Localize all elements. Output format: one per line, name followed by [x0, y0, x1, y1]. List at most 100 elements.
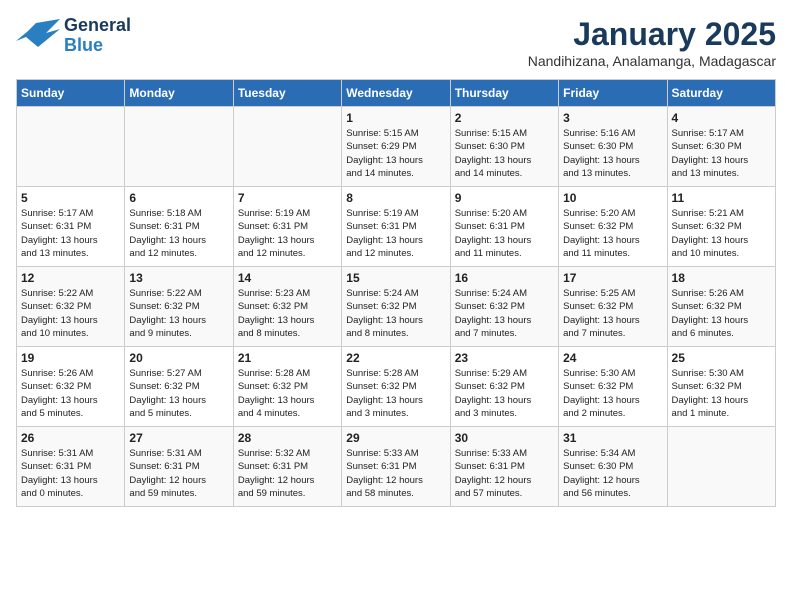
day-number: 14	[238, 271, 337, 285]
day-number: 20	[129, 351, 228, 365]
day-info: Sunrise: 5:23 AM Sunset: 6:32 PM Dayligh…	[238, 287, 337, 340]
calendar-header-row: SundayMondayTuesdayWednesdayThursdayFrid…	[17, 80, 776, 107]
calendar-week-row: 5 Sunrise: 5:17 AM Sunset: 6:31 PM Daylig…	[17, 187, 776, 267]
calendar-cell: 31 Sunrise: 5:34 AM Sunset: 6:30 PM Dayli…	[559, 427, 667, 507]
calendar-cell: 7 Sunrise: 5:19 AM Sunset: 6:31 PM Daylig…	[233, 187, 341, 267]
day-info: Sunrise: 5:30 AM Sunset: 6:32 PM Dayligh…	[563, 367, 662, 420]
day-info: Sunrise: 5:29 AM Sunset: 6:32 PM Dayligh…	[455, 367, 554, 420]
day-number: 8	[346, 191, 445, 205]
calendar-cell: 4 Sunrise: 5:17 AM Sunset: 6:30 PM Daylig…	[667, 107, 775, 187]
day-info: Sunrise: 5:20 AM Sunset: 6:32 PM Dayligh…	[563, 207, 662, 260]
calendar-cell	[17, 107, 125, 187]
day-info: Sunrise: 5:26 AM Sunset: 6:32 PM Dayligh…	[21, 367, 120, 420]
day-info: Sunrise: 5:17 AM Sunset: 6:30 PM Dayligh…	[672, 127, 771, 180]
day-number: 24	[563, 351, 662, 365]
day-info: Sunrise: 5:25 AM Sunset: 6:32 PM Dayligh…	[563, 287, 662, 340]
day-info: Sunrise: 5:20 AM Sunset: 6:31 PM Dayligh…	[455, 207, 554, 260]
day-number: 31	[563, 431, 662, 445]
calendar-cell: 12 Sunrise: 5:22 AM Sunset: 6:32 PM Dayli…	[17, 267, 125, 347]
day-number: 15	[346, 271, 445, 285]
calendar-cell: 24 Sunrise: 5:30 AM Sunset: 6:32 PM Dayli…	[559, 347, 667, 427]
calendar-week-row: 19 Sunrise: 5:26 AM Sunset: 6:32 PM Dayli…	[17, 347, 776, 427]
calendar-cell: 1Sunrise: 5:15 AM Sunset: 6:29 PM Daylig…	[342, 107, 450, 187]
calendar-cell	[233, 107, 341, 187]
calendar-cell: 10 Sunrise: 5:20 AM Sunset: 6:32 PM Dayli…	[559, 187, 667, 267]
title-block: January 2025 Nandihizana, Analamanga, Ma…	[528, 16, 776, 69]
logo-blue-text: Blue	[64, 36, 131, 56]
day-info: Sunrise: 5:22 AM Sunset: 6:32 PM Dayligh…	[21, 287, 120, 340]
day-number: 21	[238, 351, 337, 365]
day-number: 12	[21, 271, 120, 285]
day-info: Sunrise: 5:31 AM Sunset: 6:31 PM Dayligh…	[21, 447, 120, 500]
day-number: 17	[563, 271, 662, 285]
col-header-wednesday: Wednesday	[342, 80, 450, 107]
calendar-cell	[125, 107, 233, 187]
day-number: 6	[129, 191, 228, 205]
day-number: 3	[563, 111, 662, 125]
day-number: 18	[672, 271, 771, 285]
col-header-sunday: Sunday	[17, 80, 125, 107]
calendar-cell: 17 Sunrise: 5:25 AM Sunset: 6:32 PM Dayli…	[559, 267, 667, 347]
day-info: Sunrise: 5:28 AM Sunset: 6:32 PM Dayligh…	[238, 367, 337, 420]
day-info: Sunrise: 5:17 AM Sunset: 6:31 PM Dayligh…	[21, 207, 120, 260]
col-header-thursday: Thursday	[450, 80, 558, 107]
calendar-cell: 20 Sunrise: 5:27 AM Sunset: 6:32 PM Dayli…	[125, 347, 233, 427]
month-title: January 2025	[528, 16, 776, 53]
calendar-cell: 28 Sunrise: 5:32 AM Sunset: 6:31 PM Dayli…	[233, 427, 341, 507]
calendar-cell: 9 Sunrise: 5:20 AM Sunset: 6:31 PM Daylig…	[450, 187, 558, 267]
calendar-week-row: 12 Sunrise: 5:22 AM Sunset: 6:32 PM Dayli…	[17, 267, 776, 347]
day-number: 28	[238, 431, 337, 445]
day-info: Sunrise: 5:22 AM Sunset: 6:32 PM Dayligh…	[129, 287, 228, 340]
calendar-cell: 3Sunrise: 5:16 AM Sunset: 6:30 PM Daylig…	[559, 107, 667, 187]
day-number: 22	[346, 351, 445, 365]
day-info: Sunrise: 5:18 AM Sunset: 6:31 PM Dayligh…	[129, 207, 228, 260]
day-number: 30	[455, 431, 554, 445]
day-number: 23	[455, 351, 554, 365]
calendar-cell: 2Sunrise: 5:15 AM Sunset: 6:30 PM Daylig…	[450, 107, 558, 187]
day-info: Sunrise: 5:19 AM Sunset: 6:31 PM Dayligh…	[238, 207, 337, 260]
calendar-cell: 15 Sunrise: 5:24 AM Sunset: 6:32 PM Dayli…	[342, 267, 450, 347]
calendar-cell: 19 Sunrise: 5:26 AM Sunset: 6:32 PM Dayli…	[17, 347, 125, 427]
calendar-cell: 8Sunrise: 5:19 AM Sunset: 6:31 PM Daylig…	[342, 187, 450, 267]
location-title: Nandihizana, Analamanga, Madagascar	[528, 53, 776, 69]
day-number: 1	[346, 111, 445, 125]
day-info: Sunrise: 5:21 AM Sunset: 6:32 PM Dayligh…	[672, 207, 771, 260]
day-number: 25	[672, 351, 771, 365]
calendar-cell: 22 Sunrise: 5:28 AM Sunset: 6:32 PM Dayli…	[342, 347, 450, 427]
calendar-cell: 27Sunrise: 5:31 AM Sunset: 6:31 PM Dayli…	[125, 427, 233, 507]
calendar-week-row: 26Sunrise: 5:31 AM Sunset: 6:31 PM Dayli…	[17, 427, 776, 507]
day-info: Sunrise: 5:30 AM Sunset: 6:32 PM Dayligh…	[672, 367, 771, 420]
logo: General Blue	[16, 16, 131, 56]
calendar-cell	[667, 427, 775, 507]
day-number: 27	[129, 431, 228, 445]
calendar-cell: 16 Sunrise: 5:24 AM Sunset: 6:32 PM Dayli…	[450, 267, 558, 347]
day-info: Sunrise: 5:32 AM Sunset: 6:31 PM Dayligh…	[238, 447, 337, 500]
col-header-friday: Friday	[559, 80, 667, 107]
day-number: 9	[455, 191, 554, 205]
day-info: Sunrise: 5:15 AM Sunset: 6:30 PM Dayligh…	[455, 127, 554, 180]
day-info: Sunrise: 5:24 AM Sunset: 6:32 PM Dayligh…	[455, 287, 554, 340]
calendar-cell: 29 Sunrise: 5:33 AM Sunset: 6:31 PM Dayli…	[342, 427, 450, 507]
calendar-cell: 26Sunrise: 5:31 AM Sunset: 6:31 PM Dayli…	[17, 427, 125, 507]
day-info: Sunrise: 5:33 AM Sunset: 6:31 PM Dayligh…	[346, 447, 445, 500]
day-info: Sunrise: 5:34 AM Sunset: 6:30 PM Dayligh…	[563, 447, 662, 500]
day-number: 10	[563, 191, 662, 205]
calendar-cell: 18Sunrise: 5:26 AM Sunset: 6:32 PM Dayli…	[667, 267, 775, 347]
calendar-week-row: 1Sunrise: 5:15 AM Sunset: 6:29 PM Daylig…	[17, 107, 776, 187]
day-info: Sunrise: 5:24 AM Sunset: 6:32 PM Dayligh…	[346, 287, 445, 340]
day-number: 7	[238, 191, 337, 205]
day-info: Sunrise: 5:28 AM Sunset: 6:32 PM Dayligh…	[346, 367, 445, 420]
day-number: 4	[672, 111, 771, 125]
day-number: 19	[21, 351, 120, 365]
day-number: 29	[346, 431, 445, 445]
logo-icon	[16, 19, 60, 53]
day-number: 11	[672, 191, 771, 205]
calendar-cell: 21 Sunrise: 5:28 AM Sunset: 6:32 PM Dayli…	[233, 347, 341, 427]
col-header-tuesday: Tuesday	[233, 80, 341, 107]
day-number: 16	[455, 271, 554, 285]
day-number: 5	[21, 191, 120, 205]
col-header-saturday: Saturday	[667, 80, 775, 107]
logo-general-text: General	[64, 16, 131, 36]
calendar-table: SundayMondayTuesdayWednesdayThursdayFrid…	[16, 79, 776, 507]
day-info: Sunrise: 5:27 AM Sunset: 6:32 PM Dayligh…	[129, 367, 228, 420]
